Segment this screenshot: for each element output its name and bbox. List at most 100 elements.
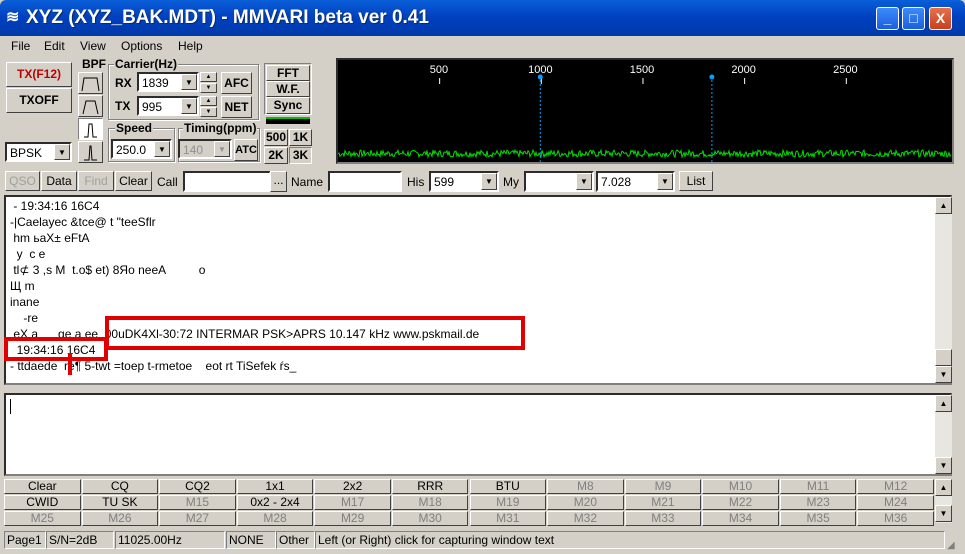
- macro-button[interactable]: 1x1: [236, 479, 314, 494]
- macro-button[interactable]: M27: [159, 511, 236, 526]
- macro-button[interactable]: M36: [857, 511, 934, 526]
- scroll-up-icon[interactable]: ▲: [935, 197, 952, 214]
- atc-button[interactable]: ATC: [234, 139, 258, 161]
- spectrum-display[interactable]: 500 1000 1500 2000 2500: [336, 58, 954, 164]
- bw-3k-button[interactable]: 3K: [289, 147, 312, 164]
- qso-button[interactable]: QSO: [5, 171, 40, 191]
- scroll-up-icon[interactable]: ▲: [935, 479, 952, 496]
- bpf-sharp-button[interactable]: [78, 141, 103, 163]
- macro-button[interactable]: 0x2 - 2x4: [236, 495, 314, 510]
- menu-file[interactable]: File: [11, 38, 30, 54]
- transmit-scrollbar[interactable]: ▲ ▼: [935, 395, 952, 474]
- bpf-mid-button[interactable]: [78, 95, 103, 117]
- macro-button[interactable]: M8: [547, 479, 624, 494]
- receive-text-panel[interactable]: - 19:34:16 16C4 -|Caelayec &tce@ t "teeSf…: [4, 195, 952, 385]
- macro-button[interactable]: CWID: [4, 495, 81, 510]
- macro-button[interactable]: CQ: [81, 479, 159, 494]
- tx-up-arrow[interactable]: ▲: [200, 96, 217, 106]
- macro-button[interactable]: M29: [314, 511, 391, 526]
- rx-frequency-input[interactable]: 1839 ▼: [137, 72, 199, 92]
- menu-view[interactable]: View: [80, 38, 106, 54]
- scroll-down-icon[interactable]: ▼: [935, 457, 952, 474]
- sync-button[interactable]: Sync: [266, 97, 310, 114]
- net-button[interactable]: NET: [221, 96, 252, 118]
- scroll-down-icon[interactable]: ▼: [935, 366, 952, 383]
- band-select[interactable]: 7.028 ▼: [596, 171, 675, 192]
- tx-frequency-input[interactable]: 995 ▼: [137, 96, 199, 116]
- my-rst-select[interactable]: ▼: [524, 171, 594, 192]
- macro-button[interactable]: M35: [779, 511, 857, 526]
- macro-button[interactable]: TU SK: [81, 495, 159, 510]
- minimize-button[interactable]: _: [876, 7, 899, 30]
- txoff-button[interactable]: TXOFF: [6, 88, 72, 113]
- macro-button[interactable]: M18: [391, 495, 469, 510]
- name-input[interactable]: [328, 171, 402, 192]
- macro-button[interactable]: M33: [624, 511, 702, 526]
- chevron-down-icon[interactable]: ▼: [54, 144, 70, 160]
- scroll-up-icon[interactable]: ▲: [935, 395, 952, 412]
- bpf-narrow-button[interactable]: [78, 118, 103, 140]
- chevron-down-icon[interactable]: ▼: [214, 141, 230, 157]
- rx-down-arrow[interactable]: ▼: [200, 83, 217, 93]
- bw-500-button[interactable]: 500: [264, 129, 288, 146]
- macro-button[interactable]: M30: [391, 511, 469, 526]
- status-other[interactable]: Other: [276, 531, 315, 549]
- scroll-down-icon[interactable]: ▼: [935, 505, 952, 522]
- macro-button[interactable]: RRR: [391, 479, 469, 494]
- chevron-down-icon[interactable]: ▼: [481, 173, 497, 190]
- macro-button[interactable]: M28: [236, 511, 314, 526]
- status-page[interactable]: Page1: [4, 531, 46, 549]
- macro-button[interactable]: M9: [624, 479, 702, 494]
- macro-button[interactable]: M23: [779, 495, 857, 510]
- bpf-wide-button[interactable]: [78, 72, 103, 94]
- timing-input[interactable]: 140 ▼: [178, 139, 232, 159]
- tx-down-arrow[interactable]: ▼: [200, 107, 217, 117]
- speed-select[interactable]: 250.0 ▼: [111, 139, 172, 159]
- macro-button[interactable]: M25: [4, 511, 81, 526]
- browse-button[interactable]: ...: [270, 171, 287, 192]
- bw-1k-button[interactable]: 1K: [289, 129, 312, 146]
- menu-help[interactable]: Help: [178, 38, 203, 54]
- macro-button[interactable]: M12: [857, 479, 934, 494]
- macro-button[interactable]: M31: [469, 511, 547, 526]
- waterfall-button[interactable]: W.F.: [266, 81, 310, 97]
- transmit-text-panel[interactable]: [4, 393, 952, 476]
- chevron-down-icon[interactable]: ▼: [181, 74, 197, 90]
- chevron-down-icon[interactable]: ▼: [181, 98, 197, 114]
- macro-button[interactable]: M10: [702, 479, 779, 494]
- status-mode[interactable]: NONE: [226, 531, 276, 549]
- list-button[interactable]: List: [679, 171, 713, 191]
- his-rst-select[interactable]: 599 ▼: [429, 171, 499, 192]
- macro-button[interactable]: M24: [857, 495, 934, 510]
- macro-button[interactable]: M17: [314, 495, 391, 510]
- menu-options[interactable]: Options: [121, 38, 162, 54]
- rx-up-arrow[interactable]: ▲: [200, 72, 217, 82]
- chevron-down-icon[interactable]: ▼: [154, 141, 170, 157]
- scroll-thumb[interactable]: [935, 349, 952, 366]
- fft-button[interactable]: FFT: [266, 65, 310, 81]
- macro-button[interactable]: M22: [702, 495, 779, 510]
- resize-grip-icon[interactable]: ◢: [947, 540, 959, 552]
- call-input[interactable]: [183, 171, 271, 192]
- macro-button[interactable]: M20: [547, 495, 624, 510]
- macro-button[interactable]: M26: [81, 511, 159, 526]
- macro-button[interactable]: CQ2: [159, 479, 236, 494]
- chevron-down-icon[interactable]: ▼: [657, 173, 673, 190]
- macro-button[interactable]: M21: [624, 495, 702, 510]
- find-button[interactable]: Find: [78, 171, 114, 191]
- macro-button[interactable]: M32: [547, 511, 624, 526]
- clear-button[interactable]: Clear: [115, 171, 152, 191]
- macro-button[interactable]: BTU: [469, 479, 547, 494]
- close-button[interactable]: X: [929, 7, 952, 30]
- macro-button[interactable]: 2x2: [314, 479, 391, 494]
- data-button[interactable]: Data: [41, 171, 77, 191]
- tx-button[interactable]: TX(F12): [6, 62, 72, 87]
- signal-icon[interactable]: ≋: [6, 9, 20, 27]
- menu-edit[interactable]: Edit: [44, 38, 65, 54]
- afc-button[interactable]: AFC: [221, 72, 252, 94]
- chevron-down-icon[interactable]: ▼: [576, 173, 592, 190]
- maximize-button[interactable]: □: [902, 7, 925, 30]
- macro-button[interactable]: M15: [159, 495, 236, 510]
- mode-select[interactable]: BPSK ▼: [5, 142, 72, 162]
- macro-button[interactable]: M34: [702, 511, 779, 526]
